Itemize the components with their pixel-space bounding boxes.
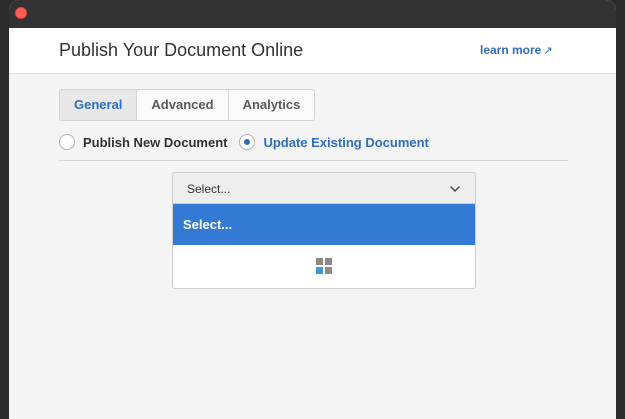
settings-tabs: General Advanced Analytics (59, 89, 316, 121)
publish-new-radio[interactable] (59, 134, 75, 150)
section-divider (59, 160, 568, 161)
tab-analytics[interactable]: Analytics (229, 90, 315, 120)
update-existing-radio[interactable] (239, 134, 256, 150)
publish-dialog-window: Publish Your Document Online learn more ↗… (9, 0, 616, 419)
publish-mode-radio-group: Publish New Document Update Existing Doc… (59, 132, 441, 152)
dialog-header: Publish Your Document Online learn more ↗ (9, 28, 616, 74)
menu-item-select[interactable]: Select... (173, 204, 475, 245)
update-existing-label: Update Existing Document (263, 134, 429, 150)
chevron-down-icon (450, 186, 460, 192)
window-close-button[interactable] (15, 7, 27, 19)
dropdown-current-value: Select... (187, 182, 231, 196)
tab-general[interactable]: General (60, 90, 138, 120)
dropdown-menu: Select... (172, 204, 476, 289)
learn-more-link[interactable]: learn more ↗ (480, 43, 553, 57)
menu-item-label: Select... (183, 217, 233, 232)
publish-new-option[interactable]: Publish New Document (59, 134, 227, 150)
external-link-icon: ↗ (543, 45, 553, 57)
publish-new-label: Publish New Document (83, 134, 228, 150)
window-titlebar[interactable] (9, 0, 616, 28)
learn-more-label: learn more (480, 43, 542, 57)
tab-advanced[interactable]: Advanced (137, 90, 229, 120)
grid-loading-icon (316, 258, 332, 274)
document-select-dropdown[interactable]: Select... (172, 172, 476, 204)
update-existing-option[interactable]: Update Existing Document (239, 134, 429, 150)
dialog-title: Publish Your Document Online (59, 40, 304, 60)
